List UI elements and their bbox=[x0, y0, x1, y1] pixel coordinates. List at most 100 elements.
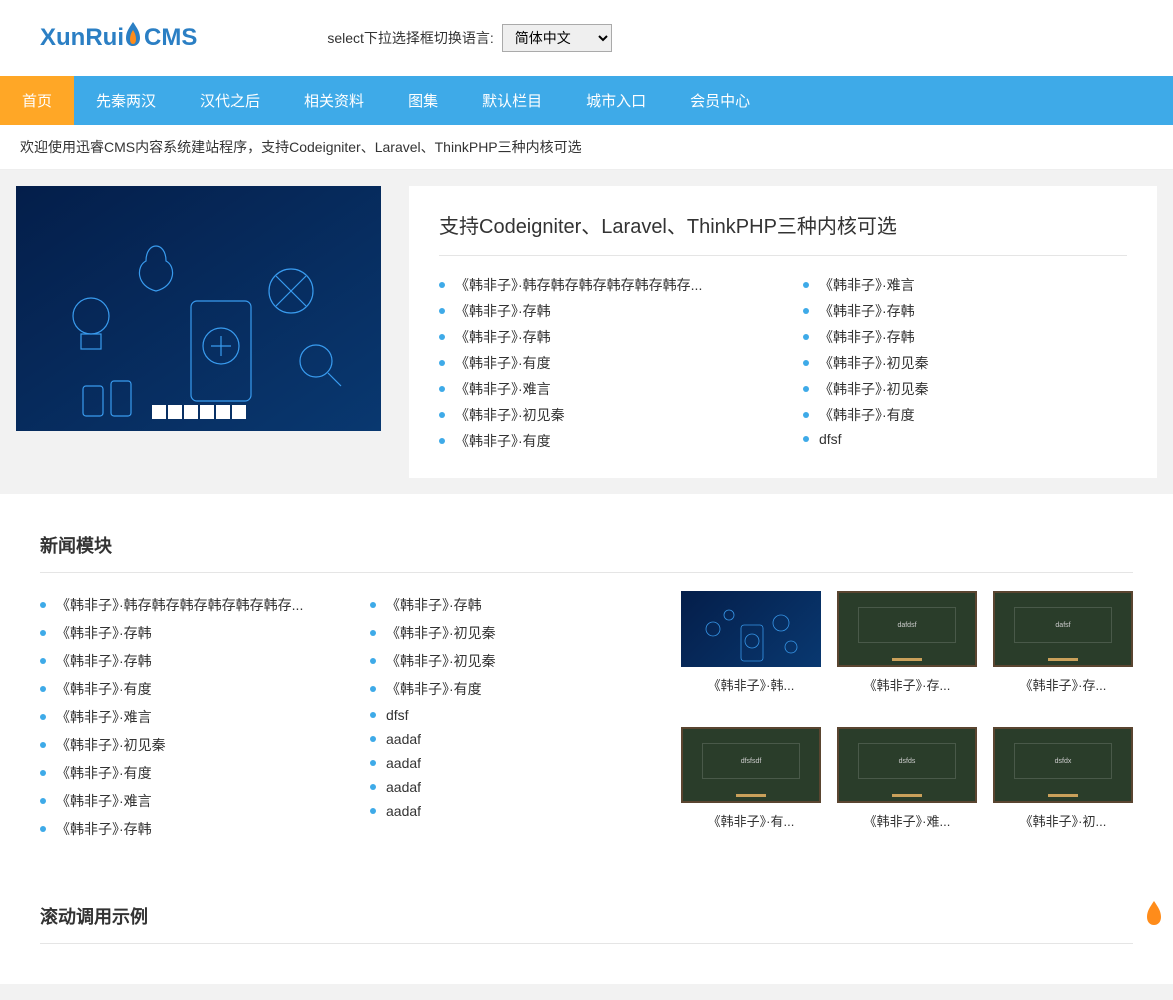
thumb-image[interactable]: dsfds bbox=[837, 727, 977, 803]
nav-item[interactable]: 先秦两汉 bbox=[74, 76, 178, 125]
hero-slider[interactable] bbox=[16, 186, 381, 431]
list-item-link[interactable]: 《韩非子》·存韩 bbox=[819, 301, 915, 321]
list-item-link[interactable]: 《韩非子》·初见秦 bbox=[455, 405, 565, 425]
slider-dot[interactable] bbox=[152, 405, 166, 419]
list-item[interactable]: 《韩非子》·存韩 bbox=[803, 324, 1127, 350]
list-item[interactable]: 《韩非子》·难言 bbox=[40, 703, 320, 731]
nav-item[interactable]: 首页 bbox=[0, 76, 74, 125]
list-item[interactable]: 《韩非子》·有度 bbox=[439, 428, 763, 454]
list-item[interactable]: 《韩非子》·难言 bbox=[803, 272, 1127, 298]
list-item[interactable]: 《韩非子》·存韩 bbox=[803, 298, 1127, 324]
list-item-link[interactable]: 《韩非子》·初见秦 bbox=[56, 735, 166, 755]
slider-dot[interactable] bbox=[168, 405, 182, 419]
list-item[interactable]: 《韩非子》·初见秦 bbox=[803, 376, 1127, 402]
list-item[interactable]: 《韩非子》·存韩 bbox=[40, 647, 320, 675]
feature-list-right: 《韩非子》·难言《韩非子》·存韩《韩非子》·存韩《韩非子》·初见秦《韩非子》·初… bbox=[803, 272, 1127, 454]
list-item[interactable]: 《韩非子》·有度 bbox=[439, 350, 763, 376]
thumb-item[interactable]: dafsf《韩非子》·存... bbox=[993, 591, 1133, 707]
list-item[interactable]: 《韩非子》·初见秦 bbox=[803, 350, 1127, 376]
list-item[interactable]: 《韩非子》·初见秦 bbox=[370, 619, 650, 647]
list-item[interactable]: 《韩非子》·初见秦 bbox=[40, 731, 320, 759]
list-item[interactable]: aadaf bbox=[370, 751, 650, 775]
thumb-item[interactable]: dfsfsdf《韩非子》·有... bbox=[681, 727, 821, 843]
list-item-link[interactable]: 《韩非子》·存韩 bbox=[455, 327, 551, 347]
list-item[interactable]: 《韩非子》·存韩 bbox=[40, 815, 320, 843]
list-item-link[interactable]: 《韩非子》·存韩 bbox=[56, 819, 152, 839]
thumb-item[interactable]: 《韩非子》·韩... bbox=[681, 591, 821, 707]
nav-item[interactable]: 汉代之后 bbox=[178, 76, 282, 125]
list-item-link[interactable]: 《韩非子》·存韩 bbox=[455, 301, 551, 321]
list-item-link[interactable]: dfsf bbox=[819, 431, 842, 447]
list-item-link[interactable]: 《韩非子》·韩存韩存韩存韩存韩存韩存... bbox=[455, 275, 702, 295]
feature-panel-title: 支持Codeigniter、Laravel、ThinkPHP三种内核可选 bbox=[439, 210, 1127, 256]
list-item[interactable]: 《韩非子》·韩存韩存韩存韩存韩存韩存... bbox=[40, 591, 320, 619]
list-item[interactable]: 《韩非子》·存韩 bbox=[40, 619, 320, 647]
float-flame-icon[interactable] bbox=[1143, 899, 1165, 927]
thumb-image[interactable]: dafdsf bbox=[837, 591, 977, 667]
nav-item[interactable]: 图集 bbox=[386, 76, 460, 125]
list-item[interactable]: 《韩非子》·有度 bbox=[40, 675, 320, 703]
list-item-link[interactable]: 《韩非子》·初见秦 bbox=[386, 651, 496, 671]
list-item[interactable]: aadaf bbox=[370, 775, 650, 799]
list-item-link[interactable]: 《韩非子》·初见秦 bbox=[819, 353, 929, 373]
list-item[interactable]: 《韩非子》·有度 bbox=[370, 675, 650, 703]
logo[interactable]: XunRuiCMS bbox=[40, 20, 197, 56]
thumb-item[interactable]: dafdsf《韩非子》·存... bbox=[837, 591, 977, 707]
list-item-link[interactable]: 《韩非子》·有度 bbox=[56, 763, 152, 783]
slider-pagination[interactable] bbox=[152, 405, 246, 419]
nav-item[interactable]: 城市入口 bbox=[564, 76, 668, 125]
slider-dot[interactable] bbox=[184, 405, 198, 419]
list-item-link[interactable]: aadaf bbox=[386, 731, 421, 747]
list-item[interactable]: 《韩非子》·难言 bbox=[439, 376, 763, 402]
list-item-link[interactable]: aadaf bbox=[386, 755, 421, 771]
list-item-link[interactable]: 《韩非子》·存韩 bbox=[819, 327, 915, 347]
list-item[interactable]: 《韩非子》·存韩 bbox=[370, 591, 650, 619]
list-item[interactable]: 《韩非子》·初见秦 bbox=[439, 402, 763, 428]
list-item-link[interactable]: 《韩非子》·韩存韩存韩存韩存韩存韩存... bbox=[56, 595, 303, 615]
list-item-link[interactable]: 《韩非子》·存韩 bbox=[56, 623, 152, 643]
list-item-link[interactable]: aadaf bbox=[386, 803, 421, 819]
scroll-section-title: 滚动调用示例 bbox=[40, 903, 1133, 944]
thumb-image[interactable]: dfsfsdf bbox=[681, 727, 821, 803]
list-item-link[interactable]: 《韩非子》·难言 bbox=[455, 379, 551, 399]
list-item-link[interactable]: aadaf bbox=[386, 779, 421, 795]
list-item-link[interactable]: 《韩非子》·存韩 bbox=[386, 595, 482, 615]
list-item[interactable]: 《韩非子》·存韩 bbox=[439, 298, 763, 324]
list-item-link[interactable]: 《韩非子》·有度 bbox=[455, 431, 551, 451]
list-item-link[interactable]: 《韩非子》·有度 bbox=[455, 353, 551, 373]
list-item-link[interactable]: 《韩非子》·有度 bbox=[386, 679, 482, 699]
list-item-link[interactable]: 《韩非子》·有度 bbox=[56, 679, 152, 699]
list-item-link[interactable]: 《韩非子》·难言 bbox=[819, 275, 915, 295]
list-item-link[interactable]: 《韩非子》·初见秦 bbox=[386, 623, 496, 643]
list-item-link[interactable]: 《韩非子》·难言 bbox=[56, 707, 152, 727]
thumb-image[interactable] bbox=[681, 591, 821, 667]
thumb-image[interactable]: dafsf bbox=[993, 591, 1133, 667]
slider-dot[interactable] bbox=[200, 405, 214, 419]
list-item[interactable]: 《韩非子》·初见秦 bbox=[370, 647, 650, 675]
nav-item[interactable]: 会员中心 bbox=[668, 76, 772, 125]
list-item[interactable]: 《韩非子》·有度 bbox=[40, 759, 320, 787]
list-item[interactable]: dfsf bbox=[370, 703, 650, 727]
list-item[interactable]: aadaf bbox=[370, 727, 650, 751]
language-select[interactable]: 简体中文 bbox=[502, 24, 612, 52]
list-item-link[interactable]: dfsf bbox=[386, 707, 409, 723]
list-item-link[interactable]: 《韩非子》·初见秦 bbox=[819, 379, 929, 399]
slider-dot[interactable] bbox=[232, 405, 246, 419]
slider-dot[interactable] bbox=[216, 405, 230, 419]
slider-artwork bbox=[16, 186, 381, 431]
thumb-item[interactable]: dsfdx《韩非子》·初... bbox=[993, 727, 1133, 843]
list-item-link[interactable]: 《韩非子》·存韩 bbox=[56, 651, 152, 671]
list-item[interactable]: 《韩非子》·有度 bbox=[803, 402, 1127, 428]
list-item[interactable]: aadaf bbox=[370, 799, 650, 823]
nav-item[interactable]: 默认栏目 bbox=[460, 76, 564, 125]
list-item[interactable]: dfsf bbox=[803, 428, 1127, 450]
list-item[interactable]: 《韩非子》·难言 bbox=[40, 787, 320, 815]
main-nav: 首页先秦两汉汉代之后相关资料图集默认栏目城市入口会员中心 bbox=[0, 76, 1173, 125]
list-item[interactable]: 《韩非子》·存韩 bbox=[439, 324, 763, 350]
thumb-item[interactable]: dsfds《韩非子》·难... bbox=[837, 727, 977, 843]
list-item-link[interactable]: 《韩非子》·有度 bbox=[819, 405, 915, 425]
nav-item[interactable]: 相关资料 bbox=[282, 76, 386, 125]
list-item[interactable]: 《韩非子》·韩存韩存韩存韩存韩存韩存... bbox=[439, 272, 763, 298]
list-item-link[interactable]: 《韩非子》·难言 bbox=[56, 791, 152, 811]
thumb-image[interactable]: dsfdx bbox=[993, 727, 1133, 803]
